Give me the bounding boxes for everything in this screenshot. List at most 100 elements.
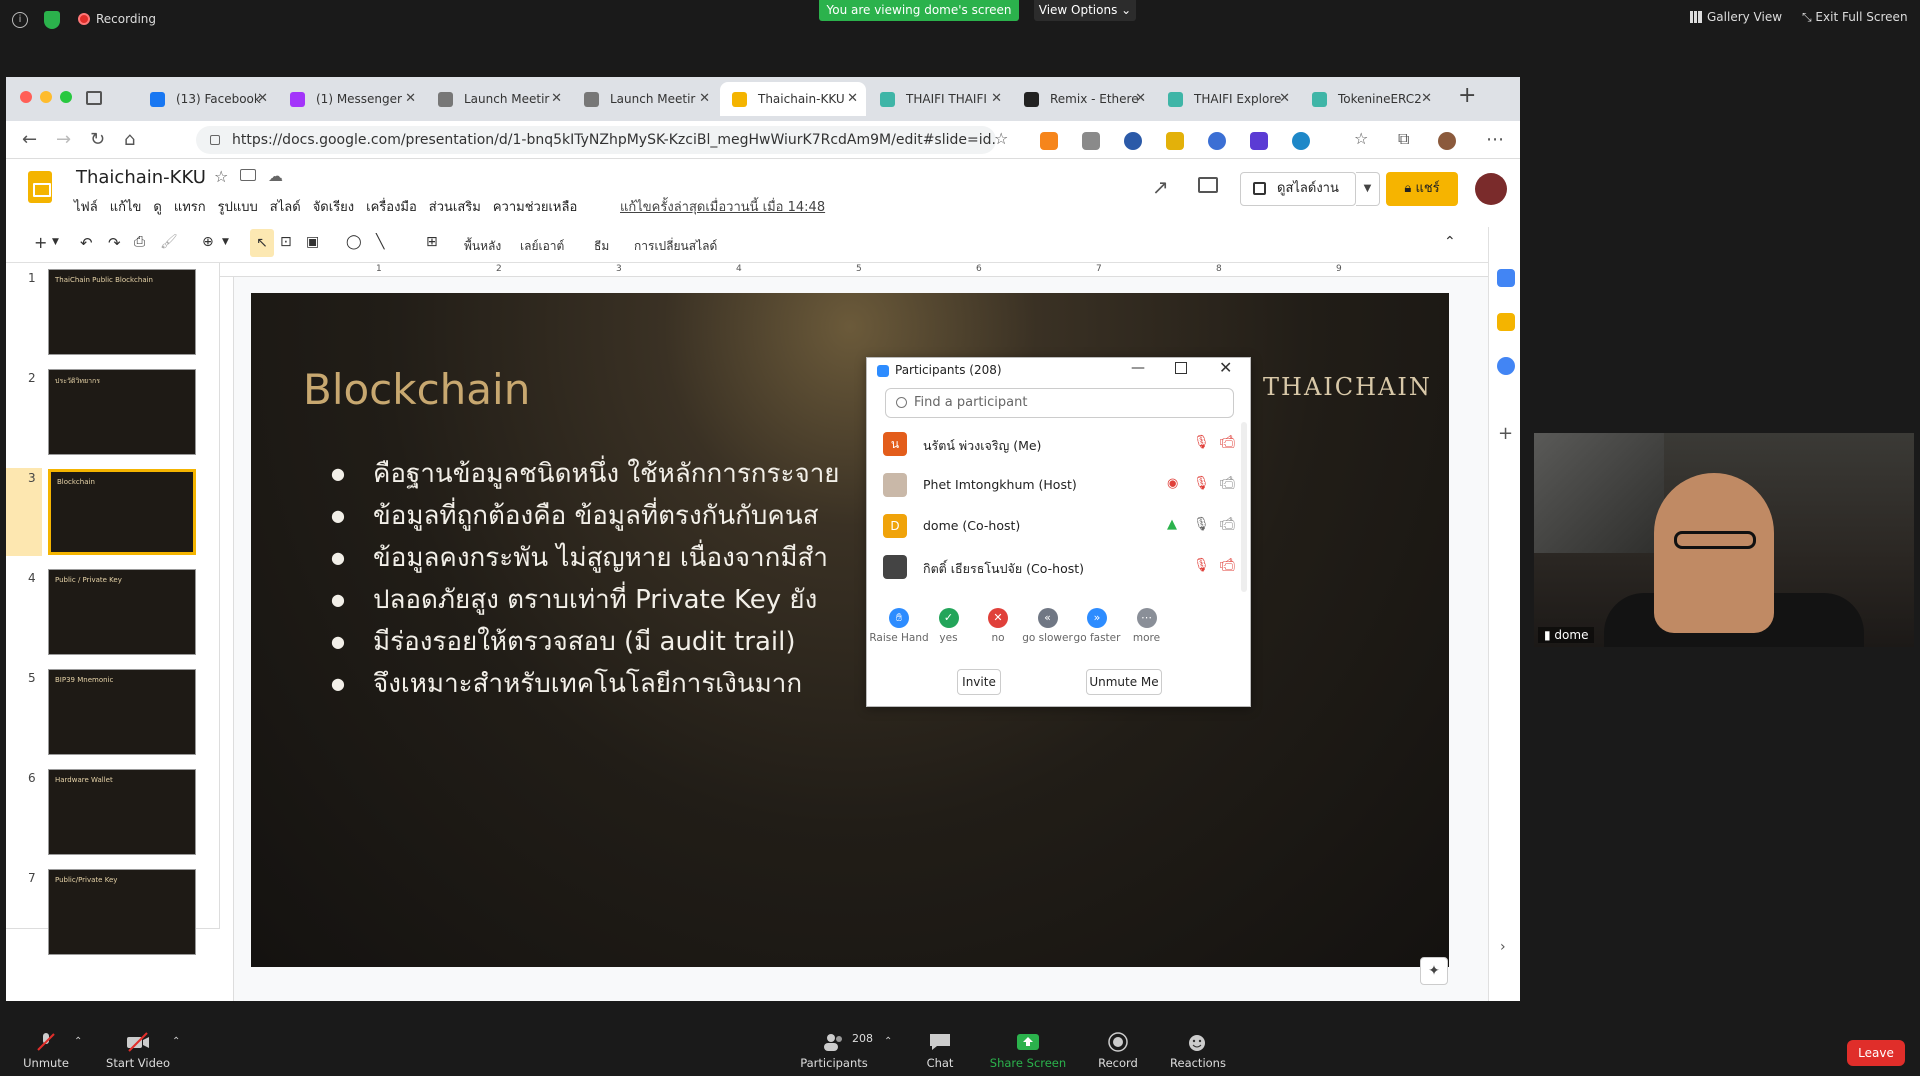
move-folder-icon[interactable] [240, 169, 256, 181]
slide-thumbnail[interactable]: Public/Private Key [48, 869, 196, 955]
cloud-status-icon[interactable]: ☁ [268, 167, 283, 185]
extension-icon[interactable] [1250, 132, 1268, 150]
home-icon[interactable]: ⌂ [124, 129, 135, 150]
menu-item[interactable]: ดู [153, 200, 161, 215]
maximize-icon[interactable] [1175, 362, 1187, 374]
present-dropdown[interactable]: ▼ [1356, 172, 1380, 206]
redo-icon[interactable]: ↷ [108, 234, 121, 252]
slide-bullets[interactable]: คือฐานข้อมูลชนิดหนึ่ง ใช้หลักการกระจายข้… [331, 453, 840, 705]
browser-tab[interactable]: Launch Meetir ✕ [426, 82, 570, 116]
menu-item[interactable]: แทรก [174, 200, 206, 215]
line-icon[interactable]: ╲ [376, 234, 384, 250]
start-video-button[interactable]: Start Video [106, 1032, 170, 1070]
slide-canvas[interactable]: Blockchain THAICHAIN คือฐานข้อมูลชนิดหนึ… [251, 293, 1449, 967]
slide-thumbnail[interactable]: Hardware Wallet [48, 769, 196, 855]
collections-icon[interactable]: ⧉ [1398, 129, 1409, 149]
url-field[interactable]: https://docs.google.com/presentation/d/1… [196, 126, 996, 154]
star-icon[interactable]: ☆ [214, 167, 228, 186]
minimize-icon[interactable]: — [1131, 360, 1145, 376]
participant-row[interactable]: Phet Imtongkhum (Host) ◉ 🎙︎ 📹︎ [867, 465, 1252, 506]
browser-tab[interactable]: Launch Meetir ✕ [572, 82, 718, 116]
last-edit-link[interactable]: แก้ไขครั้งล่าสุดเมื่อวานนี้ เมื่อ 14:48 [620, 196, 825, 217]
scrollbar[interactable] [1241, 422, 1247, 592]
close-icon[interactable]: ✕ [1219, 358, 1232, 377]
close-tab-icon[interactable]: ✕ [1279, 82, 1290, 116]
share-screen-button[interactable]: Share Screen [988, 1032, 1068, 1070]
unmute-button[interactable]: Unmute [22, 1032, 70, 1070]
close-tab-icon[interactable]: ✕ [257, 82, 268, 116]
shape-icon[interactable]: ◯ [346, 234, 362, 250]
video-tile[interactable]: ▮ dome [1534, 433, 1914, 647]
participant-row[interactable]: กิตติ์ เธียรธโนปจัย (Co-host) 🎙︎ 📹︎ [867, 547, 1252, 588]
close-tab-icon[interactable]: ✕ [847, 82, 858, 116]
reload-icon[interactable]: ↻ [90, 129, 105, 150]
menu-item[interactable]: ความช่วยเหลือ [493, 200, 577, 215]
slide-thumbnail[interactable]: Public / Private Key [48, 569, 196, 655]
menu-item[interactable]: เครื่องมือ [366, 200, 417, 215]
menu-item[interactable]: รูปแบบ [218, 200, 258, 215]
add-addon-icon[interactable]: + [1498, 423, 1513, 444]
document-title[interactable]: Thaichain-KKU [76, 167, 206, 188]
paint-format-icon[interactable]: 🖌︎ [160, 234, 178, 250]
keep-icon[interactable] [1497, 313, 1515, 331]
background-button[interactable]: พื้นหลัง [464, 237, 501, 256]
browser-tab[interactable]: Thaichain-KKU ✕ [720, 82, 866, 116]
user-avatar[interactable] [1475, 173, 1507, 205]
slide-thumbnail[interactable]: ThaiChain Public Blockchain [48, 269, 196, 355]
zoom-icon[interactable]: ⊕ [202, 234, 214, 250]
extension-icon[interactable] [1292, 132, 1310, 150]
image-icon[interactable]: ▣ [306, 234, 319, 250]
print-icon[interactable]: ⎙ [134, 234, 145, 250]
reactions-button[interactable]: Reactions [1170, 1032, 1226, 1070]
participant-row[interactable]: น นรัตน์ พ่วงเจริญ (Me) 🎙︎ 📹︎ [867, 424, 1252, 465]
new-slide-icon[interactable]: + [34, 233, 47, 252]
slide-thumbnail[interactable]: Blockchain [48, 469, 196, 555]
text-box-icon[interactable]: ⊡ [280, 234, 292, 250]
forward-icon[interactable]: → [56, 129, 71, 150]
transition-button[interactable]: การเปลี่ยนสไลด์ [634, 237, 717, 256]
calendar-icon[interactable] [1497, 269, 1515, 287]
close-tab-icon[interactable]: ✕ [699, 82, 710, 116]
leave-button[interactable]: Leave [1847, 1040, 1905, 1066]
view-options-button[interactable]: View Options ⌄ [1034, 0, 1136, 21]
browser-tab[interactable]: TokenineERC2 ✕ [1300, 82, 1440, 116]
extension-icon[interactable] [1166, 132, 1184, 150]
share-button[interactable]: 🔒︎ แชร์ [1386, 172, 1458, 206]
add-comment-icon[interactable]: ⊞ [426, 234, 438, 250]
undo-icon[interactable]: ↶ [80, 234, 93, 252]
profile-avatar[interactable] [1438, 132, 1456, 150]
present-button[interactable]: ดูสไลด์งาน [1240, 172, 1356, 206]
chevron-right-icon[interactable]: › [1500, 939, 1506, 955]
reaction-button[interactable]: ⋯ more [1115, 608, 1179, 644]
menu-item[interactable]: สไลด์ [270, 200, 301, 215]
invite-button[interactable]: Invite [957, 669, 1001, 695]
tasks-icon[interactable] [1497, 357, 1515, 375]
chat-button[interactable]: Chat [920, 1032, 960, 1070]
slide-thumbnail[interactable]: ประวัติวิทยากร [48, 369, 196, 455]
record-button[interactable]: Record [1096, 1032, 1140, 1070]
browser-tab[interactable]: (13) Facebook ✕ [138, 82, 276, 116]
slides-logo-icon[interactable] [28, 171, 52, 203]
metamask-extension-icon[interactable] [1040, 132, 1058, 150]
back-icon[interactable]: ← [22, 129, 37, 150]
slide-title[interactable]: Blockchain [303, 365, 530, 414]
collapse-toolbar-icon[interactable]: ⌃ [1444, 234, 1456, 250]
menu-item[interactable]: จัดเรียง [313, 200, 354, 215]
extension-icon[interactable] [1208, 132, 1226, 150]
maximize-window-icon[interactable] [60, 91, 72, 103]
slide-thumbnail[interactable]: BIP39 Mnemonic [48, 669, 196, 755]
more-menu-icon[interactable]: ⋯ [1486, 129, 1504, 150]
video-options-chevron-icon[interactable]: ⌃ [172, 1036, 180, 1047]
security-shield-icon[interactable] [44, 11, 60, 29]
new-tab-icon[interactable]: + [1458, 83, 1476, 108]
participants-chevron-icon[interactable]: ⌃ [884, 1036, 892, 1047]
menu-item[interactable]: แก้ไข [110, 200, 142, 215]
menu-item[interactable]: ไฟล์ [74, 200, 98, 215]
chevron-down-icon[interactable]: ▼ [52, 237, 59, 247]
audio-options-chevron-icon[interactable]: ⌃ [74, 1036, 82, 1047]
close-tab-icon[interactable]: ✕ [991, 82, 1002, 116]
participant-row[interactable]: Ddome (Co-host) ▲ 🎙︎ 📹︎ [867, 506, 1252, 547]
browser-tab[interactable]: Remix - Ethere ✕ [1012, 82, 1154, 116]
explore-icon[interactable]: ✦ [1420, 957, 1448, 985]
theme-button[interactable]: ธีม [594, 237, 609, 256]
